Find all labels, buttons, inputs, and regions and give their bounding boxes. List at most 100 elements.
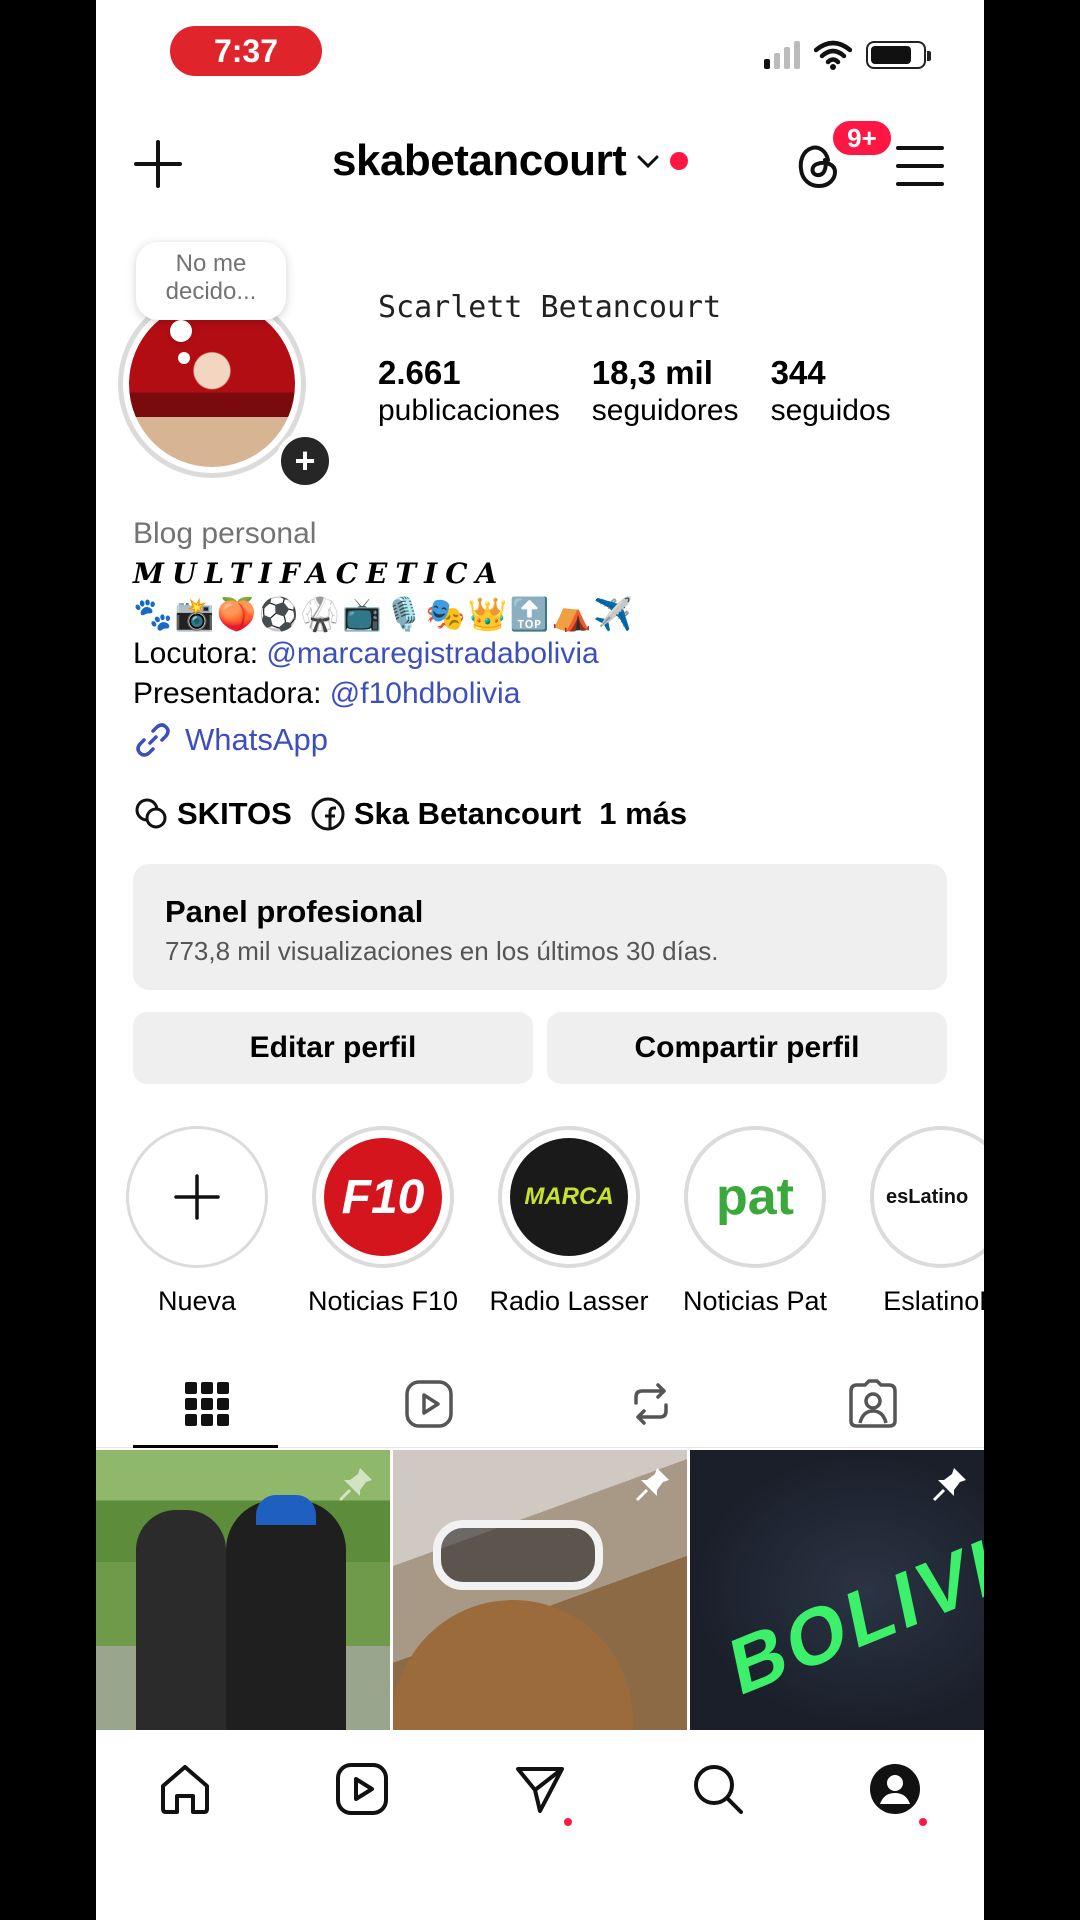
nav-profile[interactable]	[865, 1762, 930, 1828]
direct-message-send-icon	[515, 1767, 564, 1813]
threads-chat-icon	[135, 798, 167, 829]
stat-followers[interactable]: 18,3 mil seguidores	[592, 354, 739, 428]
highlight-label: Nueva	[157, 1286, 237, 1316]
highlight-cover: F10	[324, 1138, 442, 1256]
battery-icon	[866, 41, 931, 69]
content-tabs	[96, 1360, 984, 1448]
reels-icon	[336, 1763, 389, 1815]
stat-label: seguidores	[591, 394, 739, 427]
stat-value: 344	[770, 354, 826, 391]
bio-emojis: 🐾📸🍑⚽🥋📺🎙️🎭👑🔝⛺✈️	[133, 596, 636, 632]
post-person-man	[226, 1500, 346, 1730]
profile-stats: 2.661 publicaciones 18,3 mil seguidores …	[378, 354, 891, 428]
tagged-person-icon	[849, 1378, 897, 1428]
profile-notification-dot	[917, 1816, 930, 1828]
mention-link[interactable]: @f10hdbolivia	[330, 677, 521, 710]
post-thumbnail[interactable]	[393, 1450, 687, 1730]
facebook-link[interactable]: Ska Betancourt	[310, 796, 581, 832]
profile-header: skabetancourt 9+	[96, 118, 984, 208]
link-icon	[136, 723, 170, 757]
highlight-cover: MARCA	[510, 1138, 628, 1256]
stat-label: seguidos	[770, 394, 891, 427]
bio: Blog personal MULTIFACETICA 🐾📸🍑⚽🥋📺🎙️🎭👑🔝⛺…	[133, 514, 963, 760]
stat-value: 18,3 mil	[591, 354, 713, 391]
highlight-new[interactable]: Nueva	[126, 1126, 268, 1317]
status-icons	[764, 40, 931, 70]
facebook-link-label: Ska Betancourt	[353, 796, 582, 831]
repost-icon	[634, 1382, 668, 1425]
panel-title: Panel profesional	[165, 894, 424, 929]
story-highlights: Nueva F10 Noticias F10 MARCA Radio Lasse…	[126, 1126, 984, 1317]
highlight-noticias-f10[interactable]: F10 Noticias F10	[308, 1126, 458, 1317]
account-switcher[interactable]: skabetancourt	[332, 136, 689, 186]
grid-icon	[185, 1381, 229, 1426]
bottom-navigation	[96, 1730, 984, 1920]
share-profile-button[interactable]: Compartir perfil	[547, 1012, 947, 1084]
mention-link[interactable]: @marcaregistradabolivia	[266, 637, 598, 670]
bio-category: Blog personal	[133, 517, 317, 550]
create-plus-icon[interactable]	[132, 138, 184, 190]
threads-link-label: SKITOS	[177, 796, 292, 831]
profile-avatar-icon	[870, 1764, 921, 1814]
bio-line-locutora: Locutora: @marcaregistradabolivia	[133, 634, 963, 674]
search-icon	[693, 1765, 743, 1814]
tab-tagged[interactable]	[762, 1360, 984, 1447]
tab-posts-grid[interactable]	[96, 1360, 318, 1448]
reels-icon	[405, 1379, 453, 1428]
post-sunglasses	[433, 1520, 603, 1590]
bio-line-presentadora: Presentadora: @f10hdbolivia	[133, 674, 963, 714]
note-bubble[interactable]: No me decido...	[136, 242, 286, 320]
threads-badge: 9+	[830, 118, 894, 158]
wifi-icon	[814, 40, 852, 70]
highlight-radio-lasser[interactable]: MARCA Radio Lasser	[489, 1126, 649, 1317]
highlight-label: Noticias F10	[307, 1286, 459, 1316]
home-icon	[160, 1765, 209, 1814]
highlight-circle: MARCA	[498, 1126, 640, 1268]
panel-subtitle: 773,8 mil visualizaciones en los últimos…	[165, 936, 719, 966]
highlight-circle	[126, 1126, 268, 1268]
note-bubble-tail-small	[178, 352, 190, 364]
pin-icon	[932, 1468, 966, 1502]
note-bubble-tail	[170, 320, 192, 342]
chevron-down-icon	[637, 155, 659, 169]
bio-prefix: Locutora:	[133, 637, 267, 670]
tab-reposts[interactable]	[540, 1360, 762, 1447]
post-thumbnail[interactable]: BOLIVIA	[690, 1450, 984, 1730]
plus-icon	[174, 1174, 220, 1220]
post-person-cap	[256, 1495, 316, 1525]
highlight-cover: pat	[696, 1138, 814, 1256]
professional-dashboard[interactable]: Panel profesional 773,8 mil visualizacio…	[133, 864, 947, 990]
bio-external-link[interactable]: WhatsApp	[133, 720, 963, 760]
add-story-plus-icon[interactable]: +	[276, 432, 334, 490]
highlight-circle: esLatino	[870, 1126, 984, 1268]
username: skabetancourt	[332, 136, 627, 185]
notification-dot	[670, 152, 689, 170]
nav-search[interactable]	[688, 1762, 748, 1822]
nav-home[interactable]	[155, 1762, 215, 1822]
highlight-noticias-pat[interactable]: pat Noticias Pat	[683, 1126, 827, 1317]
more-links-label: 1 más	[599, 796, 688, 831]
nav-messages[interactable]	[510, 1762, 574, 1828]
social-links: SKITOS Ska Betancourt 1 más	[133, 796, 687, 832]
stat-value: 2.661	[378, 354, 461, 391]
highlight-circle: pat	[684, 1126, 826, 1268]
menu-hamburger-icon[interactable]	[896, 146, 944, 186]
post-overlay-text: BOLIVIA	[723, 1496, 984, 1714]
nav-reels[interactable]	[332, 1762, 392, 1822]
highlight-eslatino[interactable]: esLatino EslatinoR	[870, 1126, 984, 1317]
edit-profile-button[interactable]: Editar perfil	[133, 1012, 533, 1084]
facebook-icon	[311, 797, 345, 831]
link-label: WhatsApp	[185, 722, 329, 757]
post-dog	[393, 1600, 633, 1730]
post-thumbnail[interactable]	[96, 1450, 390, 1730]
stat-posts[interactable]: 2.661 publicaciones	[378, 354, 560, 428]
messages-notification-dot	[561, 1816, 574, 1828]
stat-label: publicaciones	[378, 394, 560, 427]
highlight-cover: esLatino	[882, 1138, 984, 1256]
status-time: 7:37	[170, 26, 322, 76]
more-links[interactable]: 1 más	[599, 796, 687, 832]
pin-icon	[338, 1468, 372, 1502]
tab-reels[interactable]	[318, 1360, 540, 1447]
threads-link[interactable]: SKITOS	[133, 796, 292, 832]
stat-following[interactable]: 344 seguidos	[771, 354, 891, 428]
